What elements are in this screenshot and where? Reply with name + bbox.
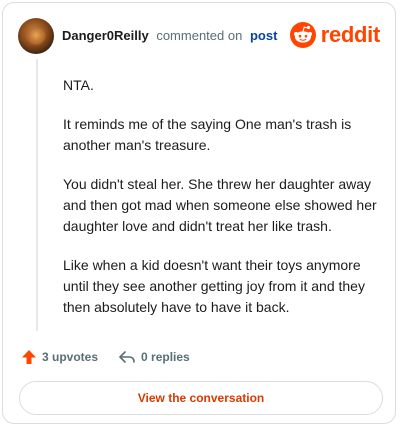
upvote-button[interactable]: 3 upvotes (21, 349, 98, 365)
comment-paragraph: It reminds me of the saying One man's tr… (63, 116, 352, 153)
comment-meta: Danger0Reilly commented on post (62, 28, 277, 44)
upvote-arrow-icon (22, 350, 36, 364)
comment-body: NTA. It reminds me of the saying One man… (63, 75, 379, 336)
thread-line (36, 59, 38, 331)
comment-paragraph: NTA. (63, 77, 94, 93)
comment-paragraph: Like when a kid doesn't want their toys … (63, 257, 365, 315)
action-text: commented on (156, 28, 243, 43)
embedded-comment-card: Danger0Reilly commented on post reddit N… (2, 2, 396, 424)
comment-paragraph: You didn't steal her. She threw her daug… (63, 176, 377, 234)
comment-header: Danger0Reilly commented on post reddit (18, 18, 380, 54)
reddit-wordmark: reddit (320, 22, 381, 47)
reply-icon (119, 351, 135, 363)
username-link[interactable]: Danger0Reilly (62, 28, 149, 43)
view-conversation-button[interactable]: View the conversation (19, 381, 383, 415)
reddit-brand[interactable]: reddit (289, 21, 381, 49)
reply-button[interactable]: 0 replies (118, 349, 190, 365)
post-link[interactable]: post (250, 28, 277, 43)
upvote-count: 3 upvotes (42, 350, 99, 364)
comment-actions: 3 upvotes 0 replies (21, 346, 190, 368)
reply-count: 0 replies (141, 350, 190, 364)
avatar[interactable] (18, 18, 54, 54)
reddit-logo-icon (289, 22, 316, 48)
